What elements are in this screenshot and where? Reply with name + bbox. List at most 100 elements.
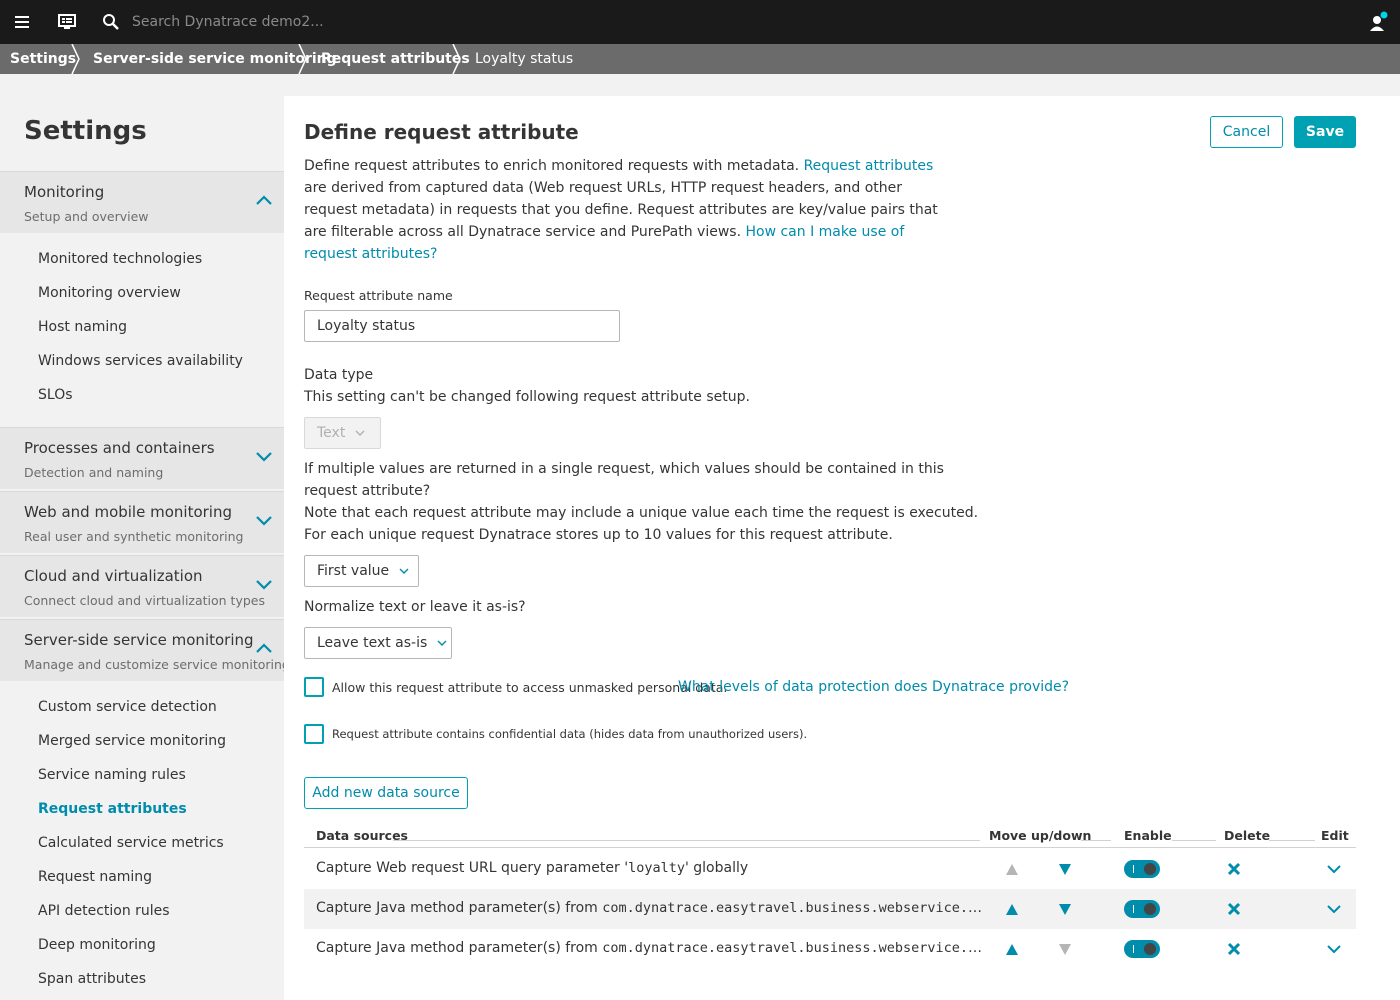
move-up-icon[interactable]	[1002, 929, 1022, 969]
breadcrumb-separator-icon	[71, 44, 80, 74]
page-title: Define request attribute	[304, 120, 579, 144]
header-divider	[393, 840, 980, 841]
sidebar-item-host-naming[interactable]: Host naming	[38, 319, 127, 335]
multi-values-note-2: For each unique request Dynatrace stores…	[304, 527, 893, 543]
chevron-down-icon	[437, 640, 447, 646]
attribute-name-input[interactable]	[304, 310, 620, 342]
header-move: Move up/down	[989, 828, 1092, 843]
sidebar-item-request-attributes[interactable]: Request attributes	[38, 801, 187, 817]
header-divider	[1172, 840, 1216, 841]
header-enable: Enable	[1124, 828, 1172, 843]
data-source-description: Capture Java method parameter(s) from co…	[316, 900, 988, 916]
sidebar-title: Settings	[24, 116, 147, 146]
personal-data-label: Allow this request attribute to access u…	[332, 680, 728, 695]
sidebar-item-custom-service-detection[interactable]: Custom service detection	[38, 699, 217, 715]
top-bar: Search Dynatrace demo2...	[0, 0, 1400, 44]
sidebar-group-cloud[interactable]: Cloud and virtualization Connect cloud a…	[0, 555, 284, 617]
chevron-down-icon[interactable]	[255, 514, 273, 526]
multi-values-value: First value	[317, 563, 390, 579]
multi-values-question-2: request attribute?	[304, 483, 431, 499]
intro-line-2: are derived from captured data (Web requ…	[304, 180, 903, 196]
sidebar-item-span-attributes[interactable]: Span attributes	[38, 971, 146, 987]
sidebar-group-title: Cloud and virtualization	[24, 567, 203, 585]
expand-chevron-icon[interactable]	[1324, 889, 1344, 929]
move-down-icon[interactable]	[1055, 889, 1075, 929]
sidebar-group-subtitle: Detection and naming	[24, 465, 164, 480]
normalize-select[interactable]: Leave text as-is	[304, 627, 452, 659]
sidebar-item-merged-service-monitoring[interactable]: Merged service monitoring	[38, 733, 226, 749]
table-row: Capture Web request URL query parameter …	[304, 849, 1356, 889]
breadcrumb: Settings Server-side service monitoring …	[0, 44, 1400, 74]
table-row: Capture Java method parameter(s) from co…	[304, 929, 1356, 969]
data-protection-link[interactable]: What levels of data protection does Dyna…	[678, 676, 1069, 698]
chevron-down-icon[interactable]	[255, 578, 273, 590]
delete-icon[interactable]	[1224, 849, 1244, 889]
intro-text: are filterable across all Dynatrace serv…	[304, 224, 742, 240]
enable-toggle[interactable]	[1124, 849, 1160, 889]
confidential-data-checkbox[interactable]	[304, 724, 324, 744]
data-type-select: Text	[304, 417, 381, 449]
multi-values-note-1: Note that each request attribute may inc…	[304, 505, 979, 521]
confidential-data-label: Request attribute contains confidential …	[332, 727, 808, 741]
sidebar-item-calculated-service-metrics[interactable]: Calculated service metrics	[38, 835, 224, 851]
chevron-down-icon[interactable]	[255, 450, 273, 462]
breadcrumb-settings[interactable]: Settings	[10, 44, 76, 74]
sidebar-group-monitoring[interactable]: Monitoring Setup and overview	[0, 171, 284, 233]
intro-text: Define request attributes to enrich moni…	[304, 158, 800, 174]
name-label: Request attribute name	[304, 288, 453, 303]
expand-chevron-icon[interactable]	[1324, 929, 1344, 969]
expand-chevron-icon[interactable]	[1324, 849, 1344, 889]
move-up-icon[interactable]	[1002, 889, 1022, 929]
enable-toggle[interactable]	[1124, 929, 1160, 969]
delete-icon[interactable]	[1224, 889, 1244, 929]
sidebar-item-api-detection-rules[interactable]: API detection rules	[38, 903, 170, 919]
user-avatar-icon[interactable]	[1364, 0, 1392, 44]
multi-values-question-1: If multiple values are returned in a sin…	[304, 461, 944, 477]
sidebar-item-slos[interactable]: SLOs	[38, 387, 73, 403]
sidebar-group-processes[interactable]: Processes and containers Detection and n…	[0, 427, 284, 489]
chevron-up-icon[interactable]	[255, 194, 273, 206]
sidebar-group-web-mobile[interactable]: Web and mobile monitoring Real user and …	[0, 491, 284, 553]
hamburger-menu-icon[interactable]	[8, 0, 36, 44]
sidebar-item-windows-services[interactable]: Windows services availability	[38, 353, 243, 369]
chevron-up-icon[interactable]	[255, 642, 273, 654]
enable-toggle[interactable]	[1124, 889, 1160, 929]
sidebar-group-title: Server-side service monitoring	[24, 631, 254, 649]
chevron-down-icon	[399, 568, 409, 574]
sidebar-group-title: Processes and containers	[24, 439, 215, 457]
breadcrumb-separator-icon	[298, 44, 307, 74]
cancel-button[interactable]: Cancel	[1210, 116, 1283, 148]
sidebar-group-server-side[interactable]: Server-side service monitoring Manage an…	[0, 619, 290, 681]
intro-line-1: Define request attributes to enrich moni…	[304, 155, 933, 177]
sidebar-group-subtitle: Manage and customize service monitoring	[24, 657, 290, 672]
sidebar-item-deep-monitoring[interactable]: Deep monitoring	[38, 937, 156, 953]
sidebar-group-title: Monitoring	[24, 183, 105, 201]
header-divider	[1081, 840, 1111, 841]
personal-data-checkbox[interactable]	[304, 677, 324, 697]
add-data-source-button[interactable]: Add new data source	[304, 777, 468, 809]
sidebar-item-monitored-technologies[interactable]: Monitored technologies	[38, 251, 202, 267]
delete-icon[interactable]	[1224, 929, 1244, 969]
data-type-label: Data type	[304, 367, 374, 383]
move-down-icon[interactable]	[1055, 849, 1075, 889]
header-divider	[1269, 840, 1315, 841]
how-to-use-link[interactable]: How can I make use of	[745, 224, 904, 240]
sidebar-item-service-naming-rules[interactable]: Service naming rules	[38, 767, 186, 783]
data-type-value: Text	[317, 425, 346, 441]
chevron-down-icon	[355, 430, 365, 436]
breadcrumb-request-attributes[interactable]: Request attributes	[321, 44, 470, 74]
data-source-description: Capture Web request URL query parameter …	[316, 860, 749, 876]
sidebar-item-monitoring-overview[interactable]: Monitoring overview	[38, 285, 181, 301]
breadcrumb-loyalty-status: Loyalty status	[475, 51, 574, 67]
intro-line-3: request metadata) in requests that you d…	[304, 202, 938, 218]
sidebar: Settings Monitoring Setup and overview M…	[0, 74, 290, 1000]
search-icon[interactable]	[99, 0, 123, 44]
multi-values-select[interactable]: First value	[304, 555, 419, 587]
sidebar-item-request-naming[interactable]: Request naming	[38, 869, 152, 885]
dashboard-icon[interactable]	[54, 0, 80, 44]
search-input[interactable]: Search Dynatrace demo2...	[132, 14, 324, 30]
save-button[interactable]: Save	[1294, 116, 1356, 148]
sidebar-group-title: Web and mobile monitoring	[24, 503, 232, 521]
how-to-use-link-cont[interactable]: request attributes?	[304, 243, 437, 265]
request-attributes-link[interactable]: Request attributes	[804, 158, 934, 174]
